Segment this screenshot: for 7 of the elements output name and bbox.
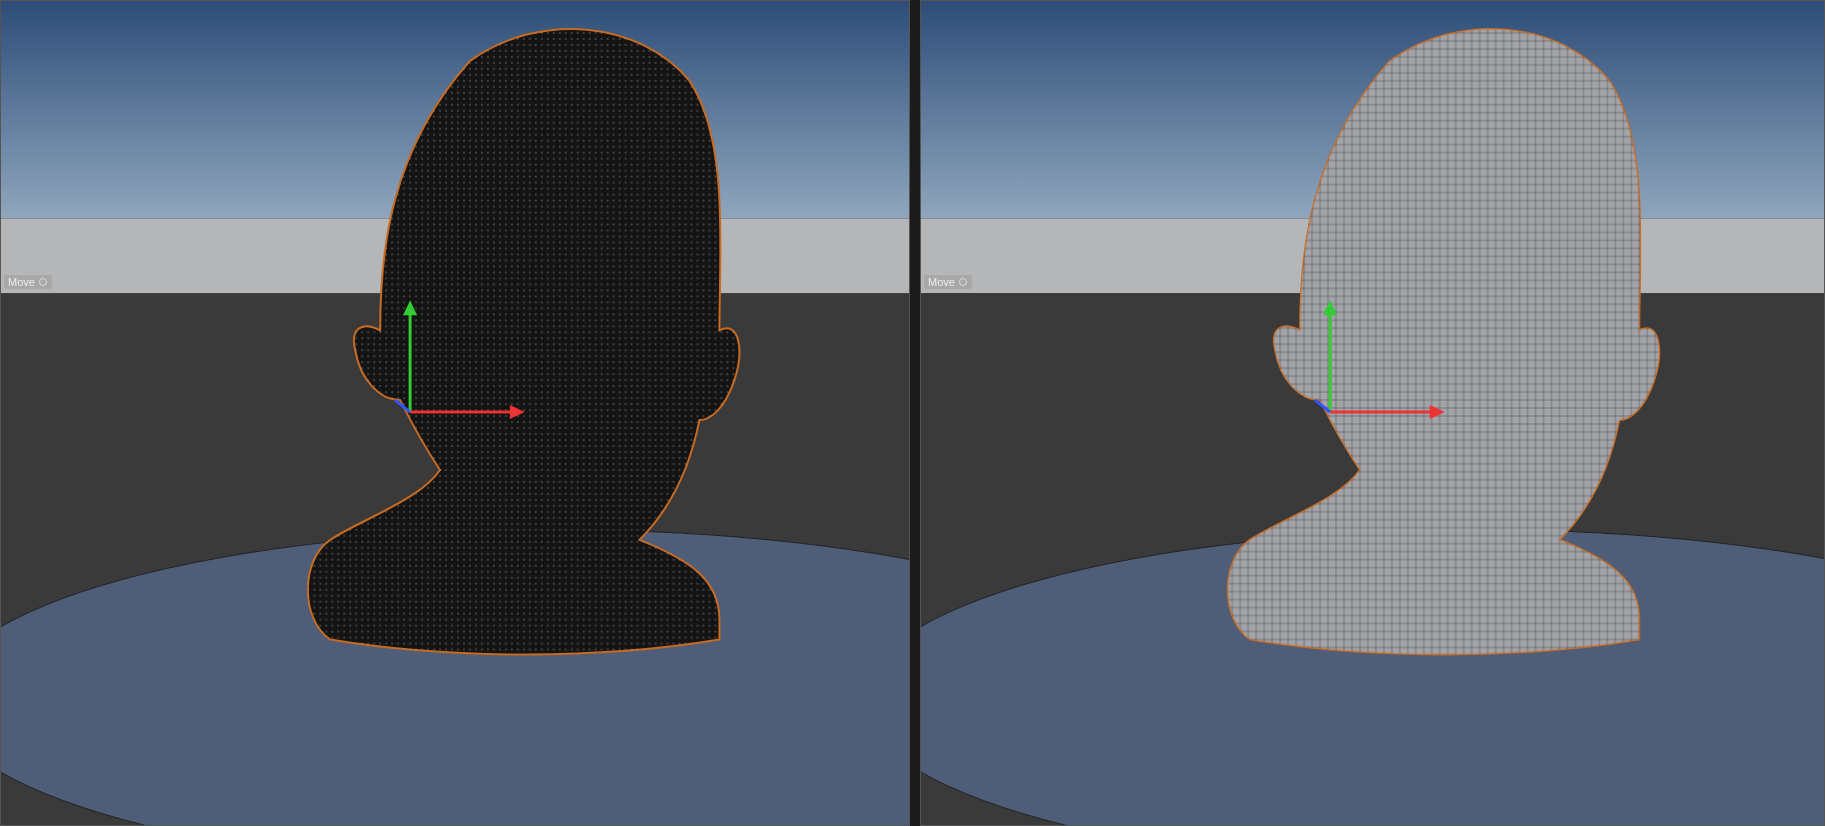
viewport-panel[interactable]: Move — [920, 0, 1825, 826]
tool-name: Move — [8, 276, 35, 288]
move-gizmo-icon — [1314, 300, 1445, 419]
move-icon — [957, 277, 968, 287]
tool-name: Move — [928, 276, 955, 288]
move-icon — [37, 277, 48, 287]
move-gizmo-icon — [394, 300, 525, 420]
